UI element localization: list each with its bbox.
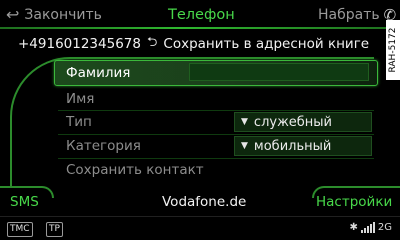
tmc-badge: TMC [7,222,33,237]
status-bar: TMC TP ✱ 2G [0,216,400,240]
sms-button[interactable]: SMS [10,194,39,210]
end-call-label: Закончить [24,7,102,23]
save-contact-label: Сохранить контакт [66,162,204,178]
dial-label: Набрать [318,7,380,23]
save-arrow-icon: ⮌ [146,35,158,50]
network-name: Vodafone.de [162,194,247,210]
side-reference-text: RAH-5172 [388,27,398,73]
phone-number: +4916012345678 [18,36,141,52]
tp-badge: TP [46,222,63,237]
side-reference-tag: RAH-5172 [386,20,400,80]
header-bar: ↩ Закончить Телефон Набрать ✆ [0,0,396,30]
type-dropdown-value: служебный [253,114,333,130]
status-indicators: ✱ 2G [349,221,392,233]
surname-input[interactable] [189,63,369,81]
page-title: Телефон [168,7,235,23]
category-dropdown[interactable]: ▼ мобильный [234,136,372,156]
category-label: Категория [66,138,141,154]
surname-row[interactable]: Фамилия [54,60,378,86]
dial-button[interactable]: Набрать ✆ [318,6,396,24]
save-to-addressbook-label: Сохранить в адресной книге [163,36,370,52]
phone-screen: ↩ Закончить Телефон Набрать ✆ RAH-5172 +… [0,0,400,240]
type-row[interactable]: Тип ▼ служебный [58,111,374,133]
signal-strength-icon [360,221,375,233]
type-label: Тип [66,114,92,130]
back-arrow-icon: ↩ [6,5,20,24]
first-name-label: Имя [66,91,95,107]
header-divider [0,27,400,29]
end-call-button[interactable]: ↩ Закончить [6,6,102,24]
number-save-line: +4916012345678 ⮌ Сохранить в адресной кн… [18,33,369,55]
surname-label: Фамилия [66,65,131,81]
network-type: 2G [377,221,392,233]
first-name-row[interactable]: Имя [58,88,374,110]
category-row[interactable]: Категория ▼ мобильный [58,135,374,157]
dropdown-triangle-icon: ▼ [241,117,248,127]
dropdown-triangle-icon: ▼ [241,141,248,151]
category-dropdown-value: мобильный [253,138,332,154]
type-dropdown[interactable]: ▼ служебный [234,112,372,132]
save-contact-row[interactable]: Сохранить контакт [58,159,374,181]
bluetooth-icon: ✱ [349,221,358,233]
settings-button[interactable]: Настройки [316,194,392,210]
